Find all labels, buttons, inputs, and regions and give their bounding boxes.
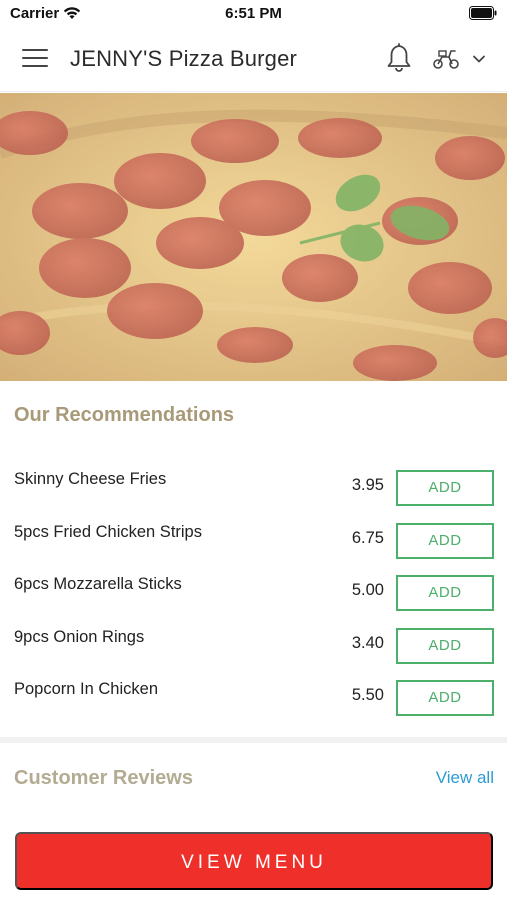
list-item: 6pcs Mozzarella Sticks 5.00 ADD <box>0 567 507 620</box>
item-price: 3.40 <box>351 633 384 652</box>
add-button[interactable]: ADD <box>396 470 494 506</box>
add-button[interactable]: ADD <box>396 627 494 664</box>
clock-time: 6:51 PM <box>225 5 282 22</box>
item-name: 5pcs Fried Chicken Strips <box>14 522 202 541</box>
list-item: Popcorn In Chicken 5.50 ADD <box>0 672 507 725</box>
list-item: 9pcs Onion Rings 3.40 ADD <box>0 620 507 673</box>
customer-reviews-heading: Customer Reviews <box>14 767 193 789</box>
recommendations-heading: Our Recommendations <box>14 404 235 426</box>
restaurant-title: JENNY'S Pizza Burger <box>70 46 298 71</box>
item-name: Popcorn In Chicken <box>14 680 158 698</box>
add-button[interactable]: ADD <box>396 522 494 559</box>
chevron-down-icon[interactable] <box>472 54 486 64</box>
view-all-reviews-link[interactable]: View all <box>436 768 494 788</box>
bell-icon[interactable] <box>386 42 412 74</box>
scooter-icon[interactable] <box>432 48 460 70</box>
item-name: 9pcs Onion Rings <box>14 627 145 646</box>
menu-icon[interactable] <box>22 49 48 69</box>
status-bar: Carrier 6:51 PM <box>0 0 507 28</box>
item-price: 5.00 <box>351 581 384 599</box>
item-price: 6.75 <box>351 528 384 547</box>
battery-icon <box>469 6 497 20</box>
item-price: 5.50 <box>351 686 384 704</box>
item-name: 6pcs Mozzarella Sticks <box>14 575 182 593</box>
add-button[interactable]: ADD <box>396 680 494 716</box>
section-divider <box>0 737 507 743</box>
list-item: 5pcs Fried Chicken Strips 6.75 ADD <box>0 515 507 568</box>
item-price: 3.95 <box>351 476 384 494</box>
recommendations-list: Skinny Cheese Fries 3.95 ADD 5pcs Fried … <box>0 462 507 725</box>
view-menu-button[interactable]: VIEW MENU <box>15 832 493 890</box>
add-button[interactable]: ADD <box>396 575 494 611</box>
list-item: Skinny Cheese Fries 3.95 ADD <box>0 462 507 515</box>
item-name: Skinny Cheese Fries <box>14 470 167 488</box>
pizza-hero-image <box>0 93 507 381</box>
app-header: JENNY'S Pizza Burger <box>0 28 507 92</box>
